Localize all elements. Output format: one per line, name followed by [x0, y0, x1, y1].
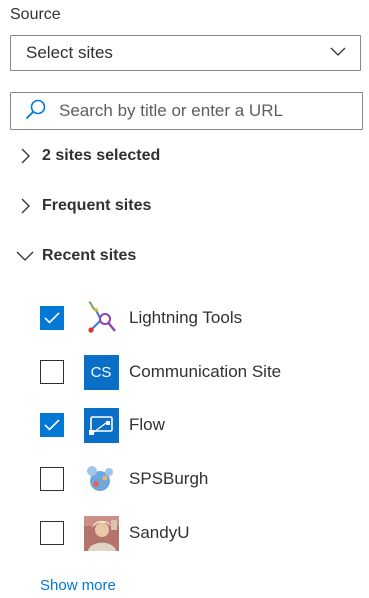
site-row-communication-site[interactable]: CS Communication Site — [40, 352, 281, 392]
site-checkbox[interactable] — [40, 306, 64, 330]
site-checkbox[interactable] — [40, 360, 64, 384]
site-label: Communication Site — [129, 362, 282, 381]
search-input[interactable] — [57, 100, 352, 122]
section-selected-sites[interactable]: 2 sites selected — [16, 147, 160, 165]
site-label: SPSBurgh — [129, 469, 209, 488]
site-checkbox[interactable] — [40, 413, 64, 437]
search-icon — [25, 98, 47, 125]
chevron-right-icon — [16, 147, 34, 165]
checkmark-icon — [44, 419, 60, 431]
flow-icon — [83, 407, 119, 443]
site-checkbox[interactable] — [40, 467, 64, 491]
source-label: Source — [10, 6, 61, 23]
section-frequent-sites[interactable]: Frequent sites — [16, 197, 151, 215]
checkmark-icon — [44, 312, 60, 324]
communication-site-icon: CS — [83, 354, 119, 390]
lightning-tools-logo-icon — [83, 300, 119, 336]
sandyu-avatar-icon — [83, 515, 119, 551]
section-label: Recent sites — [42, 247, 137, 264]
site-row-spsburgh[interactable]: SPSBurgh — [40, 459, 208, 499]
search-box — [10, 92, 363, 130]
site-label: Lightning Tools — [129, 308, 243, 327]
site-row-flow[interactable]: Flow — [40, 405, 165, 445]
chevron-right-icon — [16, 197, 34, 215]
site-row-sandyu[interactable]: SandyU — [40, 513, 189, 553]
site-source-dropdown[interactable]: Select sites — [10, 35, 361, 71]
site-row-lightning-tools[interactable]: Lightning Tools — [40, 298, 242, 338]
section-label: 2 sites selected — [42, 147, 161, 164]
cs-tile: CS — [83, 354, 119, 390]
site-checkbox[interactable] — [40, 521, 64, 545]
show-more-link[interactable]: Show more — [40, 577, 116, 594]
site-label: Flow — [129, 415, 165, 434]
site-label: SandyU — [129, 523, 190, 542]
section-recent-sites[interactable]: Recent sites — [16, 247, 136, 265]
chevron-down-icon — [330, 44, 346, 62]
section-label: Frequent sites — [42, 197, 152, 214]
dropdown-value: Select sites — [26, 43, 113, 62]
chevron-down-icon — [16, 247, 34, 265]
spsburgh-logo-icon — [83, 461, 119, 497]
